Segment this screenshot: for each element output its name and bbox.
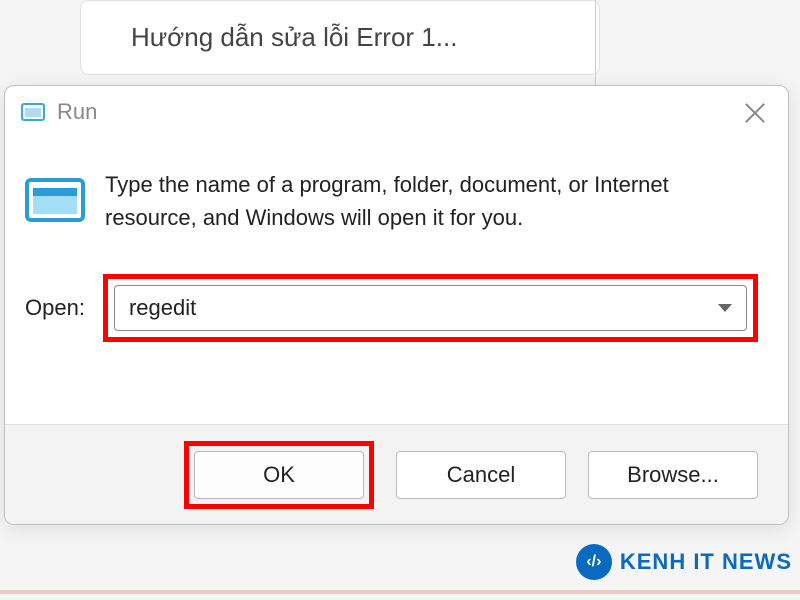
run-dialog: Run Type the name of a program, folder, … <box>4 85 789 525</box>
chevron-down-icon[interactable] <box>718 304 732 312</box>
highlight-input-box: regedit <box>103 274 758 342</box>
run-icon <box>21 102 45 122</box>
open-input-value: regedit <box>129 295 196 321</box>
close-icon[interactable] <box>742 99 768 125</box>
button-bar: OK Cancel Browse... <box>5 424 788 524</box>
cancel-button[interactable]: Cancel <box>396 451 566 499</box>
watermark-text: KENH IT NEWS <box>620 549 792 575</box>
open-label: Open: <box>25 295 85 321</box>
divider <box>595 0 596 85</box>
watermark: ‹/› KENH IT NEWS <box>576 544 792 580</box>
background-tab: Hướng dẫn sửa lỗi Error 1... <box>80 0 600 75</box>
open-input[interactable]: regedit <box>114 285 747 331</box>
titlebar: Run <box>5 86 788 138</box>
run-icon-large <box>25 176 85 224</box>
watermark-logo-icon: ‹/› <box>576 544 612 580</box>
input-row: Open: regedit <box>5 254 788 362</box>
dialog-description: Type the name of a program, folder, docu… <box>105 168 758 234</box>
background-tab-text: Hướng dẫn sửa lỗi Error 1... <box>131 22 457 53</box>
browse-button[interactable]: Browse... <box>588 451 758 499</box>
highlight-ok-box: OK <box>184 441 374 509</box>
dialog-title: Run <box>57 99 742 125</box>
bottom-accent <box>0 590 800 594</box>
ok-button[interactable]: OK <box>194 451 364 499</box>
dialog-body: Type the name of a program, folder, docu… <box>5 138 788 254</box>
